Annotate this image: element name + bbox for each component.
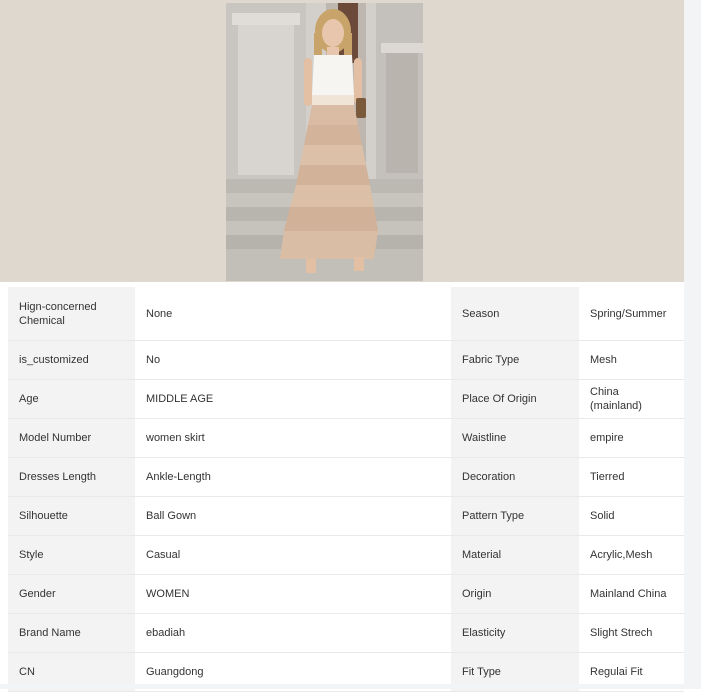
- spec-value: MIDDLE AGE: [135, 379, 451, 419]
- spec-label: Pattern Type: [451, 496, 579, 536]
- spec-label: Gender: [8, 574, 135, 614]
- spec-value: Ankle-Length: [135, 457, 451, 497]
- spec-value: No: [135, 340, 451, 380]
- table-row: Model Number women skirt Waistline empir…: [8, 418, 684, 458]
- table-row: Age MIDDLE AGE Place Of Origin China (ma…: [8, 379, 684, 419]
- spec-label: Elasticity: [451, 613, 579, 653]
- spec-value: Spring/Summer: [579, 287, 684, 341]
- spec-value: China (mainland): [579, 379, 684, 419]
- spec-label: Material: [451, 535, 579, 575]
- spec-label: Hign-concerned Chemical: [8, 287, 135, 341]
- table-row: Silhouette Ball Gown Pattern Type Solid: [8, 496, 684, 536]
- spec-label: Decoration: [451, 457, 579, 497]
- spec-label: Season: [451, 287, 579, 341]
- spec-label: Brand Name: [8, 613, 135, 653]
- table-row: Style Casual Material Acrylic,Mesh: [8, 535, 684, 575]
- product-image-area: [0, 0, 684, 282]
- table-row: is_customized No Fabric Type Mesh: [8, 340, 684, 380]
- page-gutter-bottom: [0, 684, 701, 689]
- spec-value: Acrylic,Mesh: [579, 535, 684, 575]
- spec-value: Slight Strech: [579, 613, 684, 653]
- spec-label: Dresses Length: [8, 457, 135, 497]
- spec-label: Waistline: [451, 418, 579, 458]
- spec-value: Ball Gown: [135, 496, 451, 536]
- spec-label: Style: [8, 535, 135, 575]
- spec-value: women skirt: [135, 418, 451, 458]
- spec-value: ebadiah: [135, 613, 451, 653]
- spec-value: Tierred: [579, 457, 684, 497]
- table-row: Dresses Length Ankle-Length Decoration T…: [8, 457, 684, 497]
- product-photo-illustration: [226, 3, 423, 281]
- table-row: Brand Name ebadiah Elasticity Slight Str…: [8, 613, 684, 653]
- spec-value: empire: [579, 418, 684, 458]
- spec-label: Model Number: [8, 418, 135, 458]
- spec-value: Solid: [579, 496, 684, 536]
- spec-value: WOMEN: [135, 574, 451, 614]
- spec-value: Mesh: [579, 340, 684, 380]
- spec-label: Origin: [451, 574, 579, 614]
- page-gutter-right: [684, 0, 701, 689]
- spec-label: Silhouette: [8, 496, 135, 536]
- table-row: Gender WOMEN Origin Mainland China: [8, 574, 684, 614]
- table-row: Hign-concerned Chemical None Season Spri…: [8, 287, 684, 341]
- spec-label: Fabric Type: [451, 340, 579, 380]
- spec-value: Casual: [135, 535, 451, 575]
- spec-value: None: [135, 287, 451, 341]
- spec-label: Age: [8, 379, 135, 419]
- spec-label: Place Of Origin: [451, 379, 579, 419]
- product-photo[interactable]: [226, 3, 423, 281]
- product-specs-table: Hign-concerned Chemical None Season Spri…: [8, 287, 684, 692]
- spec-value: Mainland China: [579, 574, 684, 614]
- spec-label: is_customized: [8, 340, 135, 380]
